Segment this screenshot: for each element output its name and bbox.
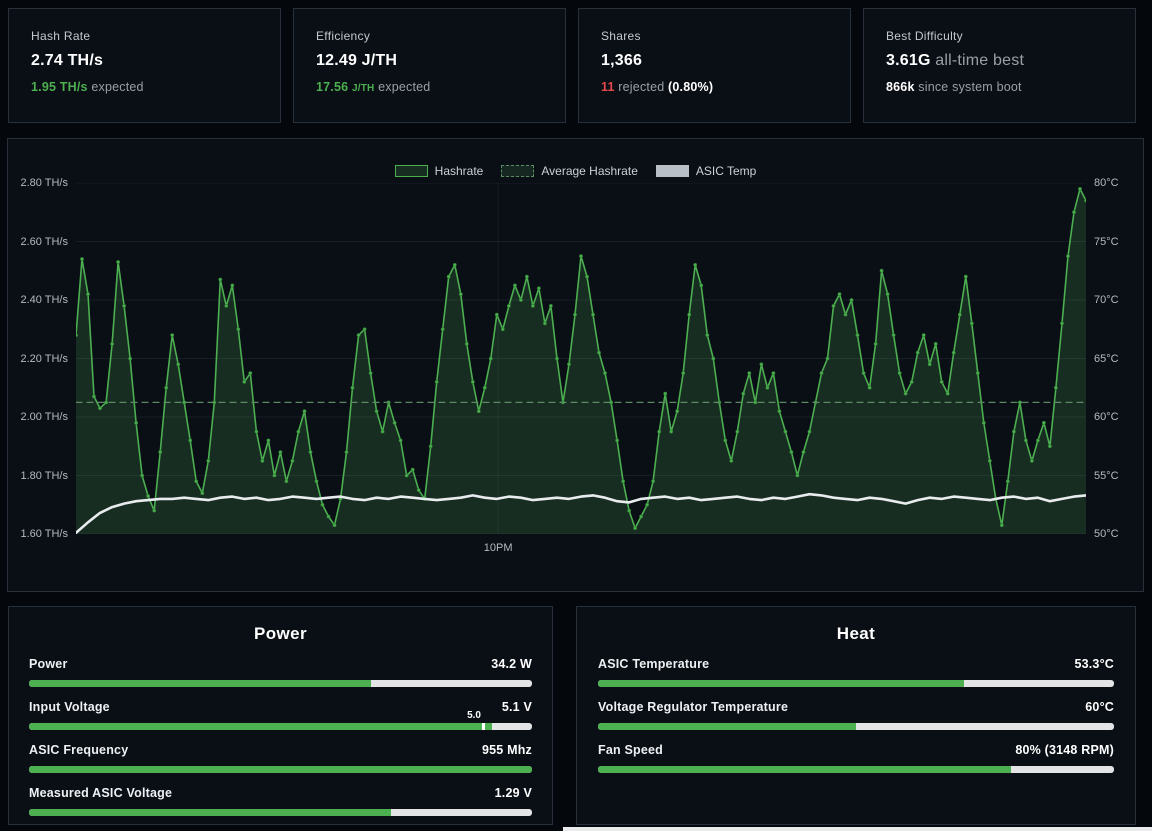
y-axis-tick-label: 70°C [1094, 294, 1119, 306]
row-label: Voltage Regulator Temperature [598, 700, 789, 714]
power-panel: Power Power 34.2 W Input Voltage 5.1 V 5… [8, 606, 553, 825]
text-segment: 12.49 J/TH [316, 52, 398, 69]
stat-card-efficiency: Efficiency 12.49 J/TH 17.56 J/TH expecte… [293, 8, 566, 123]
legend-label: Hashrate [434, 164, 484, 178]
legend-label: ASIC Temp [695, 164, 757, 178]
y-axis-tick-label: 2.20 TH/s [20, 352, 69, 365]
hashrate-chart-panel: Hashrate Average Hashrate ASIC Temp 2.80… [7, 138, 1144, 592]
chart-legend: Hashrate Average Hashrate ASIC Temp [8, 164, 1143, 178]
text-segment: 866k [886, 80, 915, 94]
card-subtext: 866k since system boot [886, 80, 1113, 94]
legend-item-asic-temp[interactable]: ASIC Temp [655, 164, 757, 178]
card-value: 12.49 J/TH [316, 52, 543, 70]
input-voltage-progress-bar: 5.0 [29, 710, 532, 730]
x-axis-ticks: 10PM [76, 542, 1086, 556]
vr-temperature-row: Voltage Regulator Temperature 60°C [598, 700, 1114, 730]
row-value: 80% (3148 RPM) [1015, 743, 1114, 757]
row-label: Input Voltage [29, 700, 110, 714]
stat-card-shares: Shares 1,366 11 rejected (0.80%) [578, 8, 851, 123]
text-segment: 2.74 TH/s [31, 52, 104, 69]
y-axis-tick-label: 2.40 TH/s [20, 294, 69, 306]
hashrate-legend-swatch-icon [394, 165, 428, 177]
text-segment: 3.61G [886, 52, 931, 69]
horizontal-scrollbar[interactable] [563, 827, 1152, 831]
stat-card-best-difficulty: Best Difficulty 3.61G all-time best 866k… [863, 8, 1136, 123]
power-panel-title: Power [253, 624, 308, 643]
heat-panel-title: Heat [836, 624, 876, 643]
card-title: Hash Rate [31, 29, 91, 43]
chart-plot-area[interactable] [76, 183, 1086, 534]
y-axis-tick-label: 75°C [1094, 235, 1119, 248]
text-segment: J/TH [351, 83, 375, 94]
text-segment: expected [87, 80, 144, 94]
card-title: Shares [601, 29, 641, 43]
card-subtext: 11 rejected (0.80%) [601, 80, 828, 94]
row-value: 1.29 V [494, 786, 532, 800]
stat-card-hash-rate: Hash Rate 2.74 TH/s 1.95 TH/s expected [8, 8, 281, 123]
asic-frequency-row: ASIC Frequency 955 Mhz [29, 743, 532, 773]
text-segment: 17.56 [316, 80, 352, 94]
power-row: Power 34.2 W [29, 657, 532, 687]
nominal-voltage-tick [481, 723, 485, 730]
legend-item-average-hashrate[interactable]: Average Hashrate [501, 164, 638, 178]
average-hashrate-legend-swatch-icon [501, 165, 535, 177]
row-label: ASIC Temperature [598, 657, 710, 671]
card-value: 2.74 TH/s [31, 52, 258, 70]
row-value: 53.3°C [1074, 657, 1114, 671]
y-axis-tick-label: 1.60 TH/s [20, 528, 69, 540]
y-axis-left-ticks: 2.80 TH/s 2.60 TH/s 2.40 TH/s 2.20 TH/s 2.00… [8, 177, 69, 540]
card-subtext: 1.95 TH/s expected [31, 80, 258, 94]
asic-temperature-progress-bar [598, 680, 1114, 687]
asic-temp-legend-swatch-icon [655, 165, 689, 177]
input-voltage-row: Input Voltage 5.1 V 5.0 [29, 700, 532, 730]
text-segment: since system boot [914, 80, 1022, 94]
card-value: 3.61G all-time best [886, 52, 1113, 70]
measured-asic-voltage-progress-bar [29, 809, 532, 816]
row-label: Power [29, 657, 68, 671]
nominal-voltage-label: 5.0 [467, 710, 481, 721]
heat-panel: Heat ASIC Temperature 53.3°C Voltage Reg… [576, 606, 1136, 825]
power-progress-bar [29, 680, 532, 687]
row-value: 34.2 W [491, 657, 532, 671]
card-title: Efficiency [316, 29, 371, 43]
y-axis-tick-label: 80°C [1094, 177, 1119, 189]
vr-temperature-progress-bar [598, 723, 1114, 730]
hashrate-temp-chart [76, 183, 1086, 534]
text-segment: 1,366 [601, 52, 643, 69]
fan-speed-row: Fan Speed 80% (3148 RPM) [598, 743, 1114, 773]
hashrate-area [76, 188, 1086, 534]
y-axis-tick-label: 60°C [1094, 411, 1119, 423]
row-label: Fan Speed [598, 743, 664, 757]
row-value: 955 Mhz [481, 743, 532, 757]
y-axis-tick-label: 1.80 TH/s [20, 469, 69, 482]
text-segment: expected [374, 80, 431, 94]
y-axis-tick-label: 65°C [1094, 352, 1119, 365]
measured-asic-voltage-row: Measured ASIC Voltage 1.29 V [29, 786, 532, 816]
legend-label: Average Hashrate [541, 164, 638, 178]
row-label: Measured ASIC Voltage [29, 786, 173, 800]
text-segment: 1.95 TH/s [31, 80, 88, 94]
x-axis-tick-label: 10PM [483, 542, 513, 554]
card-title: Best Difficulty [886, 29, 963, 43]
asic-frequency-progress-bar [29, 766, 532, 773]
text-segment: all-time best [930, 52, 1025, 69]
asic-temperature-row: ASIC Temperature 53.3°C [598, 657, 1114, 687]
legend-item-hashrate[interactable]: Hashrate [394, 164, 484, 178]
row-value: 60°C [1085, 700, 1114, 714]
y-axis-right-ticks: 80°C 75°C 70°C 65°C 60°C 55°C 50°C [1094, 177, 1140, 540]
text-segment: (0.80%) [668, 80, 714, 94]
text-segment: 11 [601, 80, 615, 94]
y-axis-tick-label: 2.60 TH/s [20, 235, 69, 248]
y-axis-tick-label: 2.00 TH/s [20, 411, 69, 423]
card-value: 1,366 [601, 52, 828, 70]
row-value: 5.1 V [501, 700, 532, 714]
y-axis-tick-label: 50°C [1094, 528, 1119, 540]
text-segment: rejected [614, 80, 669, 94]
y-axis-tick-label: 2.80 TH/s [20, 177, 69, 189]
card-subtext: 17.56 J/TH expected [316, 80, 543, 94]
row-label: ASIC Frequency [29, 743, 129, 757]
y-axis-tick-label: 55°C [1094, 469, 1119, 482]
fan-speed-progress-bar [598, 766, 1114, 773]
